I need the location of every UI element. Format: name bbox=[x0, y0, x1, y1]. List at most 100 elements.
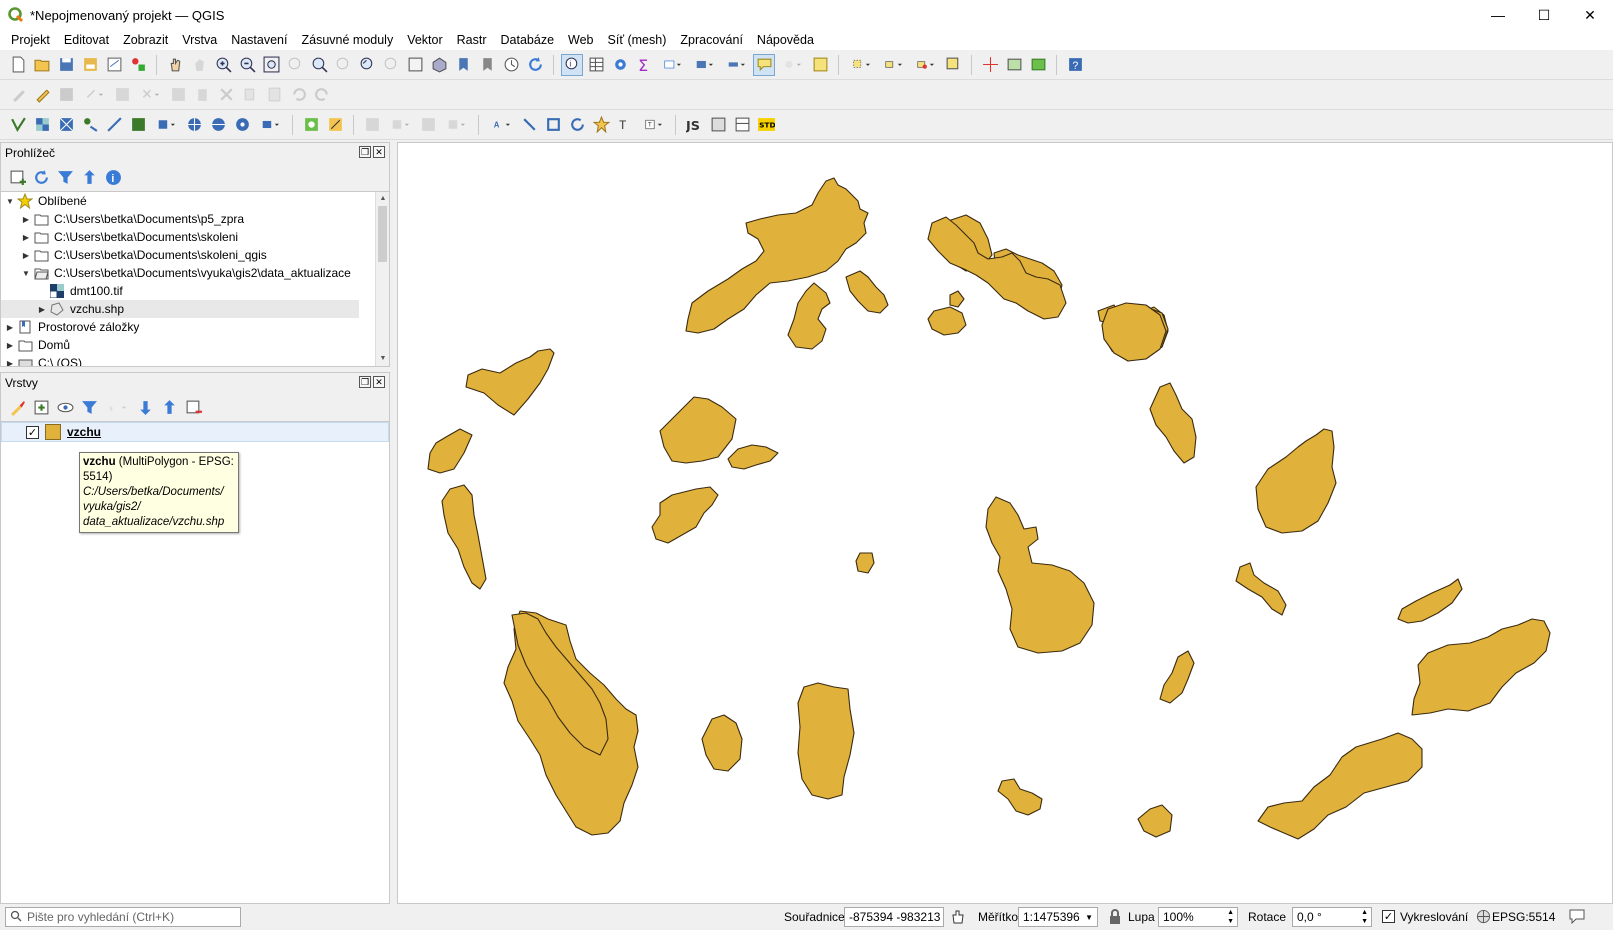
expand-all-icon[interactable] bbox=[134, 396, 156, 418]
remove-layer-icon[interactable] bbox=[182, 396, 204, 418]
pan-icon[interactable] bbox=[164, 54, 186, 76]
add-vector-layer-icon[interactable] bbox=[7, 114, 29, 136]
select-features-dropdown-icon[interactable] bbox=[846, 54, 876, 76]
menu-vektor[interactable]: Vektor bbox=[400, 33, 449, 47]
add-database-dropdown-icon[interactable] bbox=[151, 114, 181, 136]
map-tips-icon[interactable] bbox=[753, 53, 775, 76]
crs-label[interactable]: EPSG:5514 bbox=[1492, 910, 1555, 924]
add-group-icon[interactable] bbox=[30, 396, 52, 418]
annotation-icon[interactable] bbox=[809, 54, 831, 76]
expand-arrow-icon[interactable]: ▼ bbox=[3, 197, 17, 206]
undo-icon[interactable] bbox=[287, 84, 309, 106]
add-wcs-icon[interactable] bbox=[231, 114, 253, 136]
toggle-editing-icon[interactable] bbox=[31, 84, 53, 106]
print-layout-icon[interactable] bbox=[103, 54, 125, 76]
maximize-button[interactable]: ☐ bbox=[1521, 0, 1567, 30]
new-3d-view-icon[interactable] bbox=[428, 54, 450, 76]
settings-gear-icon[interactable] bbox=[609, 54, 631, 76]
add-delimited-text-icon[interactable] bbox=[79, 114, 101, 136]
filter-legend-icon[interactable] bbox=[78, 396, 100, 418]
copy-icon[interactable] bbox=[239, 84, 261, 106]
zoom-to-selection-icon[interactable] bbox=[284, 54, 306, 76]
console-icon[interactable] bbox=[707, 114, 729, 136]
spin-arrows-icon[interactable]: ▲ ▼ bbox=[1361, 908, 1368, 926]
statistics-sigma-icon[interactable]: Σ bbox=[633, 54, 655, 76]
select-location-icon[interactable] bbox=[942, 54, 964, 76]
std-plugin-icon[interactable]: STD bbox=[755, 114, 777, 136]
menu-napoveda[interactable]: Nápověda bbox=[750, 33, 821, 47]
zoom-last-icon[interactable] bbox=[356, 54, 378, 76]
browser-item-folder[interactable]: ▶ C:\Users\betka\Documents\skoleni_qgis bbox=[1, 246, 389, 264]
expand-arrow-icon[interactable]: ▶ bbox=[19, 233, 33, 242]
crs-globe-icon[interactable] bbox=[1476, 909, 1491, 927]
messages-icon[interactable] bbox=[1568, 908, 1586, 927]
scroll-down-icon[interactable]: ▼ bbox=[376, 352, 389, 366]
layer-styling-icon[interactable] bbox=[6, 396, 28, 418]
bookmark-new-icon[interactable] bbox=[452, 54, 474, 76]
save-as-icon[interactable] bbox=[79, 54, 101, 76]
zoom-full-icon[interactable] bbox=[260, 54, 282, 76]
vertex-tool-icon[interactable] bbox=[111, 84, 133, 106]
edit-table-icon[interactable] bbox=[167, 84, 189, 106]
identify-features-icon[interactable]: i bbox=[561, 53, 583, 76]
scale-combobox[interactable]: 1:1475396 ▼ bbox=[1018, 907, 1098, 927]
float-panel-button[interactable]: ❐ bbox=[359, 146, 371, 158]
add-feature-dropdown-icon[interactable] bbox=[79, 84, 109, 106]
paste-icon[interactable] bbox=[263, 84, 285, 106]
georeferencer-icon[interactable] bbox=[1003, 54, 1025, 76]
new-layer-dropdown-icon[interactable] bbox=[255, 114, 285, 136]
new-map-view-icon[interactable] bbox=[404, 54, 426, 76]
advanced-digitize-dropdown-icon[interactable] bbox=[385, 114, 415, 136]
collapse-all-icon[interactable] bbox=[78, 166, 100, 188]
modify-attributes-dropdown-icon[interactable] bbox=[135, 84, 165, 106]
magnifier-spinbox[interactable]: 100% ▲ ▼ bbox=[1158, 907, 1238, 927]
layout-manager-icon[interactable] bbox=[731, 114, 753, 136]
float-panel-button[interactable]: ❐ bbox=[359, 376, 371, 388]
map-canvas[interactable] bbox=[397, 142, 1613, 904]
expand-arrow-icon[interactable]: ▶ bbox=[35, 305, 49, 314]
change-label-icon[interactable]: T bbox=[614, 114, 636, 136]
highlight-label-icon[interactable] bbox=[590, 114, 612, 136]
menu-zasuvne-moduly[interactable]: Zásuvné moduly bbox=[294, 33, 400, 47]
locator-search-input[interactable]: Pište pro vyhledání (Ctrl+K) bbox=[5, 907, 241, 927]
rotation-spinbox[interactable]: 0,0 ° ▲ ▼ bbox=[1292, 907, 1372, 927]
new-project-icon[interactable] bbox=[7, 54, 29, 76]
move-label-icon[interactable] bbox=[518, 114, 540, 136]
processing-toolbox-icon[interactable] bbox=[300, 114, 322, 136]
add-gps-layer-icon[interactable] bbox=[103, 114, 125, 136]
expand-arrow-icon[interactable]: ▶ bbox=[19, 251, 33, 260]
locator-dropdown-icon[interactable] bbox=[777, 54, 807, 76]
browser-item-oblibene[interactable]: ▼ Oblíbené bbox=[1, 192, 389, 210]
add-wfs-icon[interactable] bbox=[207, 114, 229, 136]
zoom-in-icon[interactable] bbox=[212, 54, 234, 76]
add-raster-layer-icon[interactable] bbox=[31, 114, 53, 136]
model-designer-icon[interactable] bbox=[324, 114, 346, 136]
scrollbar-thumb[interactable] bbox=[378, 206, 387, 262]
filter-browser-icon[interactable] bbox=[54, 166, 76, 188]
zoom-next-icon[interactable] bbox=[380, 54, 402, 76]
help-icon[interactable]: ? bbox=[1064, 54, 1086, 76]
close-panel-button[interactable]: ✕ bbox=[373, 376, 385, 388]
layer-item-vzchu[interactable]: ✓ vzchu bbox=[1, 422, 389, 442]
expand-arrow-icon[interactable]: ▶ bbox=[3, 359, 17, 367]
render-checkbox[interactable]: ✓ bbox=[1382, 910, 1395, 923]
javascript-icon[interactable]: JS bbox=[683, 114, 705, 136]
scroll-up-icon[interactable]: ▲ bbox=[376, 192, 389, 206]
zoom-native-icon[interactable] bbox=[332, 54, 354, 76]
refresh-icon[interactable] bbox=[524, 54, 546, 76]
browser-item-raster[interactable]: dmt100.tif bbox=[1, 282, 389, 300]
close-button[interactable]: ✕ bbox=[1567, 0, 1613, 30]
add-wms-icon[interactable] bbox=[183, 114, 205, 136]
add-spatialite-icon[interactable] bbox=[127, 114, 149, 136]
browser-item-vector[interactable]: ▶ vzchu.shp bbox=[1, 300, 359, 318]
label-tool-dropdown-icon[interactable]: A bbox=[486, 114, 516, 136]
select-by-value-dropdown-icon[interactable] bbox=[878, 54, 908, 76]
menu-vrstva[interactable]: Vrstva bbox=[175, 33, 224, 47]
chevron-down-icon[interactable]: ▼ bbox=[1085, 913, 1093, 922]
layer-visibility-checkbox[interactable]: ✓ bbox=[26, 425, 39, 439]
open-project-icon[interactable] bbox=[31, 54, 53, 76]
pin-label-icon[interactable] bbox=[542, 114, 564, 136]
save-project-icon[interactable] bbox=[55, 54, 77, 76]
menu-zpracovani[interactable]: Zpracování bbox=[673, 33, 750, 47]
map-polygons[interactable] bbox=[398, 143, 1613, 905]
